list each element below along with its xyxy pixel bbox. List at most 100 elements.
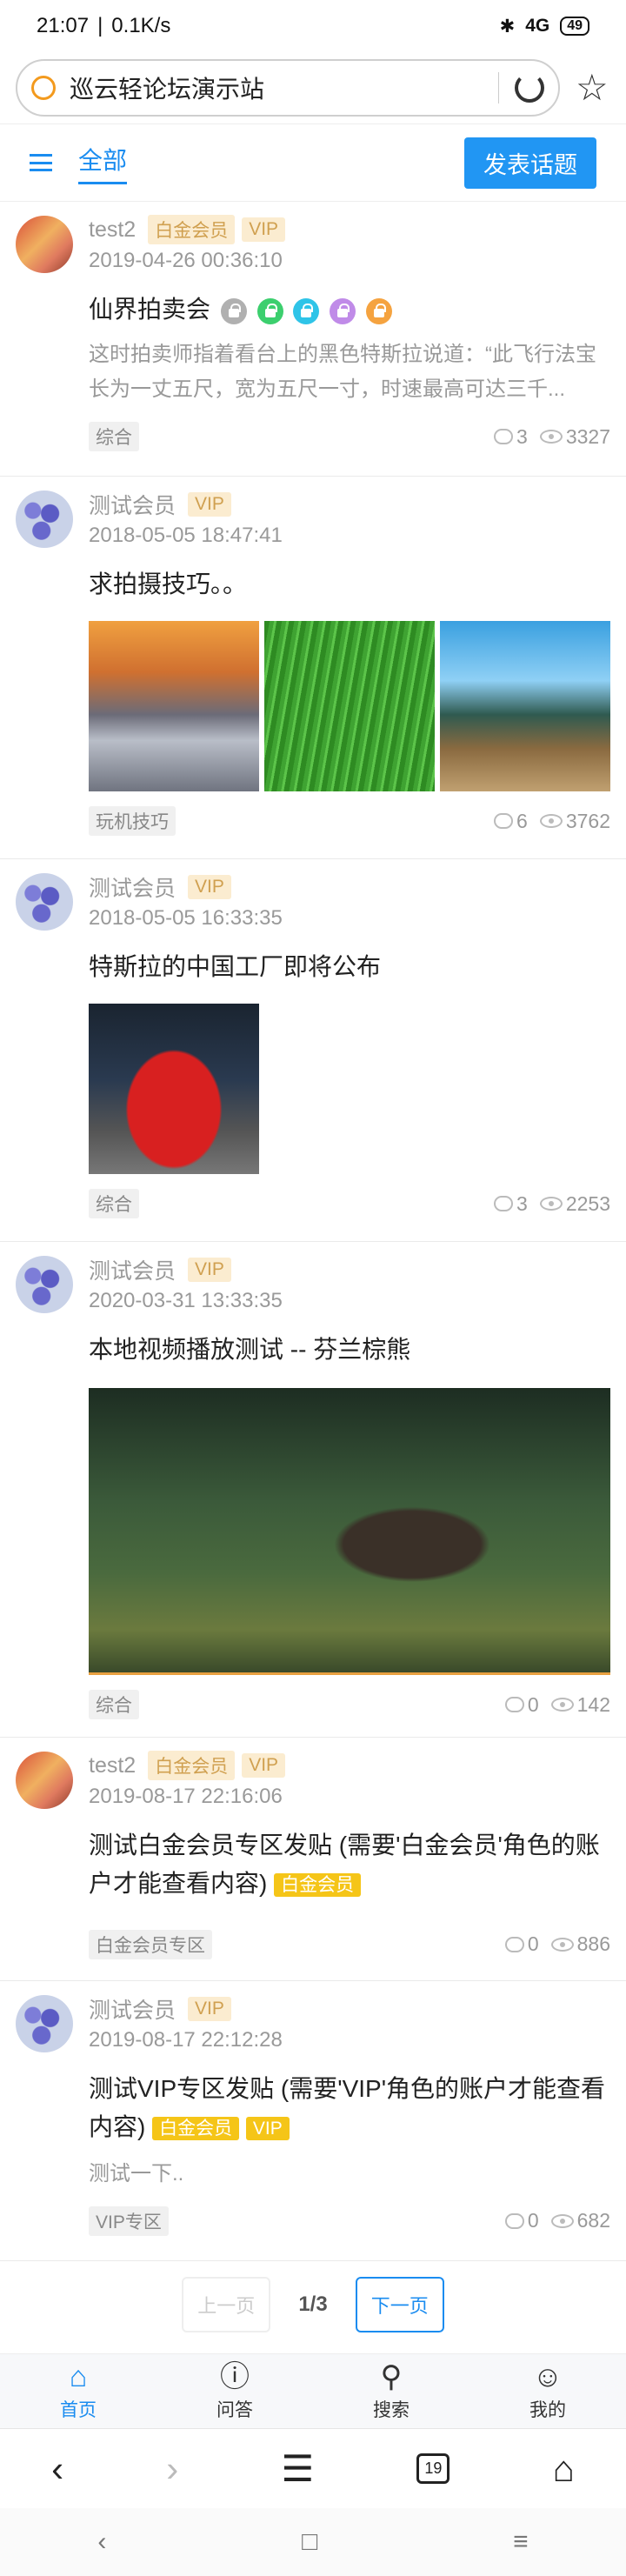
forum-header: 全部 发表话题 xyxy=(0,123,626,202)
views-icon xyxy=(550,1937,574,1952)
comment-icon xyxy=(494,429,514,444)
post-item[interactable]: 测试会员 VIP 2019-08-17 22:12:28 测试VIP专区发贴 (… xyxy=(0,1981,626,2261)
post-item[interactable]: 测试会员 VIP 2020-03-31 13:33:35 本地视频播放测试 --… xyxy=(0,1242,626,1738)
bookmark-star-icon[interactable]: ☆ xyxy=(576,70,609,106)
avatar[interactable] xyxy=(16,1256,73,1313)
site-security-icon xyxy=(31,76,56,100)
system-nav-bar: ‹ □ ≡ xyxy=(0,2508,626,2576)
views-icon xyxy=(539,430,563,444)
post-title[interactable]: 本地视频播放测试 -- 芬兰棕熊 xyxy=(89,1331,610,1369)
page-title[interactable]: 巡云轻论坛演示站 xyxy=(70,70,498,105)
tab-qa[interactable]: ⓘ 问答 xyxy=(156,2354,313,2428)
post-feed: test2 白金会员 VIP 2019-04-26 00:36:10 仙界拍卖会… xyxy=(0,202,626,2261)
post-item[interactable]: 测试会员 VIP 2018-05-05 16:33:35 特斯拉的中国工厂即将公… xyxy=(0,859,626,1242)
comment-count: 6 xyxy=(516,809,528,832)
post-title[interactable]: 仙界拍卖会 xyxy=(89,290,610,329)
post-author[interactable]: test2 xyxy=(89,217,136,243)
new-topic-button[interactable]: 发表话题 xyxy=(464,137,596,189)
tab-all[interactable]: 全部 xyxy=(78,142,128,184)
post-author[interactable]: 测试会员 xyxy=(89,489,176,520)
avatar[interactable] xyxy=(16,1995,73,2052)
browser-home-icon[interactable]: ⌂ xyxy=(553,2448,575,2490)
post-item[interactable]: test2 白金会员 VIP 2019-04-26 00:36:10 仙界拍卖会… xyxy=(0,202,626,477)
lock-icon xyxy=(330,297,356,324)
avatar[interactable] xyxy=(16,1752,73,1809)
next-page-button[interactable]: 下一页 xyxy=(355,2277,444,2332)
refresh-icon[interactable] xyxy=(515,73,544,103)
avatar[interactable] xyxy=(16,491,73,548)
image-gallery xyxy=(89,621,610,791)
post-title[interactable]: 测试白金会员专区发贴 (需要'白金会员'角色的账户才能查看内容) 白金会员 xyxy=(89,1826,610,1905)
views-icon xyxy=(539,1197,563,1211)
category-tag[interactable]: 综合 xyxy=(89,1690,139,1719)
post-item[interactable]: test2 白金会员 VIP 2019-08-17 22:16:06 测试白金会… xyxy=(0,1738,626,1981)
view-count: 3762 xyxy=(565,809,610,832)
view-count: 3327 xyxy=(565,424,610,448)
post-image[interactable] xyxy=(264,621,435,791)
view-count: 2253 xyxy=(565,1191,610,1215)
forward-icon[interactable]: › xyxy=(166,2448,178,2490)
tabs-count-button[interactable]: 19 xyxy=(416,2453,450,2484)
post-title[interactable]: 测试VIP专区发贴 (需要'VIP'角色的账户才能查看内容) 白金会员 VIP xyxy=(89,2070,610,2148)
browser-nav-bar: ‹ › ☰ 19 ⌂ xyxy=(0,2428,626,2508)
question-icon: ⓘ xyxy=(220,2359,250,2393)
avatar[interactable] xyxy=(16,873,73,931)
post-date: 2018-05-05 16:33:35 xyxy=(89,906,283,930)
title-role-badge: 白金会员 xyxy=(152,2116,240,2140)
comment-count: 3 xyxy=(516,424,528,448)
menu-icon[interactable]: ☰ xyxy=(281,2447,314,2490)
view-count: 142 xyxy=(576,1692,610,1716)
avatar[interactable] xyxy=(16,216,73,273)
role-badge: VIP xyxy=(188,492,231,517)
post-date: 2019-08-17 22:12:28 xyxy=(89,2028,283,2052)
role-badge: VIP xyxy=(242,1753,286,1778)
post-author[interactable]: test2 xyxy=(89,1753,136,1779)
status-bar: 21:07 | 0.1K/s ✱ 4G 49 xyxy=(0,0,626,52)
post-item[interactable]: 测试会员 VIP 2018-05-05 18:47:41 求拍摄技巧。。 玩机技… xyxy=(0,477,626,859)
tab-search[interactable]: ⚲ 搜索 xyxy=(313,2354,470,2428)
post-author[interactable]: 测试会员 xyxy=(89,871,176,903)
post-image[interactable] xyxy=(440,621,610,791)
post-image[interactable] xyxy=(89,1004,259,1174)
comment-count: 0 xyxy=(527,2209,539,2232)
video-player[interactable] xyxy=(89,1388,610,1675)
system-home-icon[interactable]: □ xyxy=(302,2527,317,2557)
comment-count: 0 xyxy=(527,1692,539,1716)
post-author[interactable]: 测试会员 xyxy=(89,1254,176,1285)
category-tag[interactable]: VIP专区 xyxy=(89,2206,169,2236)
tab-me-label: 我的 xyxy=(529,2399,566,2420)
battery-icon: 49 xyxy=(560,17,589,36)
post-excerpt: 测试一下.. xyxy=(89,2161,184,2186)
view-count: 886 xyxy=(576,1932,610,1956)
title-role-badge: 白金会员 xyxy=(274,1872,362,1897)
tab-me[interactable]: ☺ 我的 xyxy=(470,2354,626,2428)
comment-icon xyxy=(494,813,514,829)
system-back-icon[interactable]: ‹ xyxy=(97,2527,106,2557)
prev-page-button[interactable]: 上一页 xyxy=(182,2277,271,2332)
back-icon[interactable]: ‹ xyxy=(51,2448,63,2490)
views-icon xyxy=(550,1698,574,1712)
views-icon xyxy=(550,2213,574,2228)
page-indicator: 1/3 xyxy=(298,2292,328,2316)
tab-home[interactable]: ⌂ 首页 xyxy=(0,2354,156,2428)
lock-icon xyxy=(365,297,392,324)
network-type: 4G xyxy=(525,16,550,36)
tab-qa-label: 问答 xyxy=(216,2399,253,2420)
category-tag[interactable]: 综合 xyxy=(89,422,139,451)
comment-icon xyxy=(494,1196,514,1211)
post-title[interactable]: 特斯拉的中国工厂即将公布 xyxy=(89,948,610,986)
comment-icon xyxy=(504,2212,524,2229)
category-tag[interactable]: 白金会员专区 xyxy=(89,1929,212,1959)
category-tag[interactable]: 综合 xyxy=(89,1189,139,1218)
post-author[interactable]: 测试会员 xyxy=(89,1993,176,2025)
category-tag[interactable]: 玩机技巧 xyxy=(89,806,176,836)
menu-list-icon[interactable] xyxy=(30,154,52,171)
lock-icon xyxy=(220,297,247,324)
address-divider xyxy=(498,72,499,103)
address-bar[interactable]: 巡云轻论坛演示站 xyxy=(16,59,560,117)
post-date: 2019-08-17 22:16:06 xyxy=(89,1785,283,1808)
post-image[interactable] xyxy=(89,621,259,791)
post-title[interactable]: 求拍摄技巧。。 xyxy=(89,565,610,604)
post-excerpt: 这时拍卖师指着看台上的黑色特斯拉说道：“此飞行法宝长为一丈五尺，宽为五尺一寸，时… xyxy=(89,343,596,401)
system-menu-icon[interactable]: ≡ xyxy=(513,2527,529,2557)
